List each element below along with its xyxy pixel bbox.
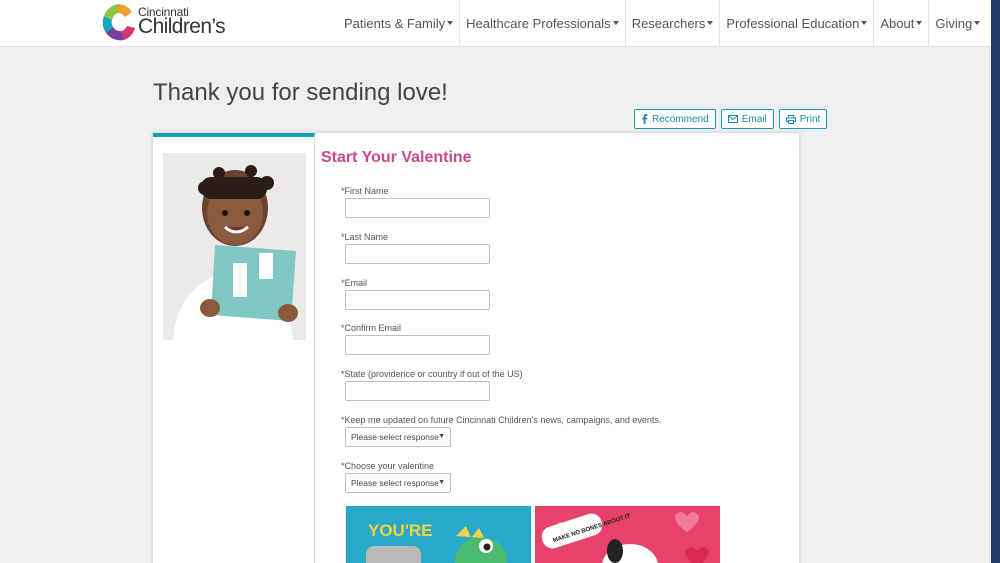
keep-updated-value: Please select response xyxy=(351,432,439,442)
printer-icon xyxy=(785,114,796,124)
caret-down-icon xyxy=(447,21,454,25)
confirm-email-input[interactable] xyxy=(345,335,490,355)
recommend-label: Recommend xyxy=(652,113,709,125)
choose-valentine-value: Please select response xyxy=(351,478,439,488)
page-title: Thank you for sending love! xyxy=(153,79,448,106)
child-holding-card-photo xyxy=(163,153,306,340)
sidebar-column xyxy=(153,133,315,563)
dog-valentine-image: MAKE NO BONES ABOUT IT xyxy=(535,506,720,563)
confirm-email-label: *Confirm Email xyxy=(341,323,402,333)
valentine-form-card: Start Your Valentine *First Name *Last N… xyxy=(153,133,799,563)
nav-label: About xyxy=(880,15,915,31)
caret-down-icon xyxy=(707,21,714,25)
caret-down-icon xyxy=(974,21,981,25)
nav-researchers[interactable]: Researchers xyxy=(626,0,721,46)
nav-patients-family[interactable]: Patients & Family xyxy=(338,0,461,46)
envelope-icon xyxy=(727,115,738,123)
choose-valentine-select[interactable]: Please select response ▼ xyxy=(345,473,451,493)
site-logo[interactable]: Cincinnati Children’s xyxy=(98,0,238,44)
valentine-option-dino[interactable]: YOU'RE xyxy=(346,506,531,563)
nav-about[interactable]: About xyxy=(874,0,930,46)
email-label-field: *Email xyxy=(341,278,368,288)
facebook-icon xyxy=(642,114,648,124)
nav-giving[interactable]: Giving xyxy=(929,0,986,46)
first-name-input[interactable] xyxy=(345,198,490,218)
site-header: Cincinnati Children’s Patients & Family … xyxy=(0,0,991,47)
nav-label: Professional Education xyxy=(726,15,860,31)
main-nav: Patients & Family Healthcare Professiona… xyxy=(338,0,986,46)
nav-label: Researchers xyxy=(631,15,706,31)
nav-label: Giving xyxy=(935,15,973,31)
logo-mark-icon xyxy=(102,4,135,41)
last-name-input[interactable] xyxy=(345,244,490,264)
nav-professional-education[interactable]: Professional Education xyxy=(720,0,875,46)
nav-label: Healthcare Professionals xyxy=(466,15,611,31)
dino-valentine-image: YOU'RE xyxy=(346,506,531,563)
dropdown-arrow-icon: ▼ xyxy=(438,479,445,486)
last-name-label: *Last Name xyxy=(341,232,389,242)
right-edge-strip xyxy=(991,0,1000,563)
share-actions: Recommend Email Print xyxy=(634,109,828,129)
valentine-option-dog[interactable]: MAKE NO BONES ABOUT IT xyxy=(535,506,720,563)
caret-down-icon xyxy=(612,21,619,25)
first-name-label: *First Name xyxy=(341,186,389,196)
dino-card-text: YOU'RE xyxy=(368,521,433,540)
print-label: Print xyxy=(799,113,821,125)
caret-down-icon xyxy=(916,21,923,25)
caret-down-icon xyxy=(861,21,868,25)
child-photo-illustration xyxy=(163,153,306,340)
state-label: *State (providence or country if out of … xyxy=(341,369,523,379)
state-input[interactable] xyxy=(345,381,490,401)
dropdown-arrow-icon: ▼ xyxy=(438,433,445,440)
recommend-button[interactable]: Recommend xyxy=(634,109,716,129)
print-button[interactable]: Print xyxy=(778,109,828,129)
form-title: Start Your Valentine xyxy=(321,149,472,166)
nav-label: Patients & Family xyxy=(344,15,446,31)
nav-healthcare-professionals[interactable]: Healthcare Professionals xyxy=(460,0,626,46)
keep-updated-select[interactable]: Please select response ▼ xyxy=(345,427,451,447)
keep-updated-label: *Keep me updated on future Cincinnati Ch… xyxy=(341,415,662,425)
email-button[interactable]: Email xyxy=(720,109,774,129)
logo-text-line2: Children’s xyxy=(138,15,226,38)
email-input[interactable] xyxy=(345,290,490,310)
choose-valentine-label: *Choose your valentine xyxy=(341,461,435,471)
email-label: Email xyxy=(741,113,767,125)
